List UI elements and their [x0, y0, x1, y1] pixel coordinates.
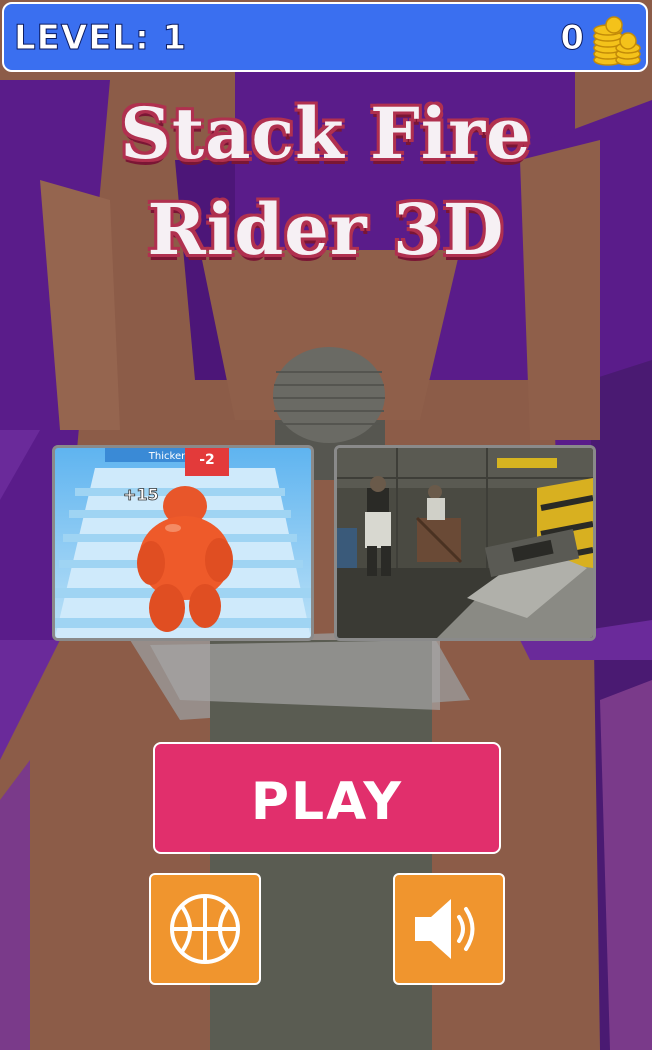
level-indicator: LEVEL: 1 [13, 18, 188, 59]
runner-game-image: Thicker -2 +15 [55, 448, 311, 638]
promo-shooter-game[interactable] [334, 445, 596, 641]
coin-count: 0 [560, 18, 585, 59]
speaker-icon [415, 899, 475, 959]
sound-toggle-button[interactable] [393, 873, 505, 985]
promo-runner-game[interactable]: Thicker -2 +15 [52, 445, 314, 641]
coin-stack-icon [593, 16, 641, 66]
game-title-line-2: Rider 3D [147, 188, 505, 271]
ball-select-button[interactable] [149, 873, 261, 985]
promo-tag-label: Thicker [148, 451, 186, 462]
play-button-label: PLAY [250, 772, 404, 832]
promo-counter: -2 [199, 452, 215, 468]
game-title-line-1: Stack Fire [120, 92, 532, 175]
basketball-icon [170, 894, 240, 964]
promo-bonus: +15 [123, 485, 159, 504]
play-button[interactable]: PLAY [153, 742, 501, 854]
top-bar: LEVEL: 1 0 [2, 2, 648, 72]
shooter-game-image [337, 448, 593, 638]
